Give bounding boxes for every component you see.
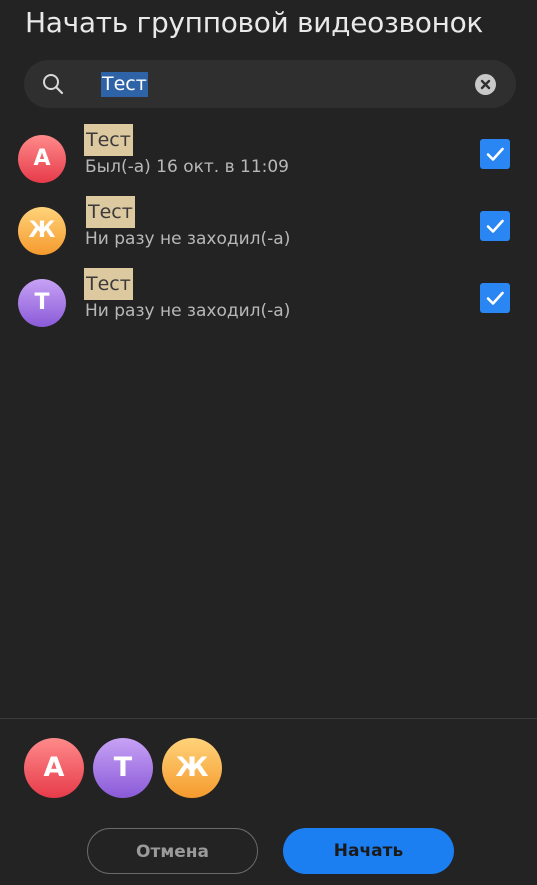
contact-checkbox[interactable]	[480, 211, 510, 241]
contact-status: Ни разу не заходил(-а)	[85, 229, 291, 249]
selected-avatar[interactable]: Ж	[162, 738, 222, 798]
avatar: А	[18, 135, 66, 183]
selected-avatar[interactable]: А	[24, 738, 84, 798]
checkmark-icon	[486, 219, 504, 233]
contact-checkbox[interactable]	[480, 283, 510, 313]
contact-name: Тест	[84, 268, 133, 300]
contact-name: Тест	[86, 196, 135, 228]
start-button[interactable]: Начать	[283, 828, 454, 874]
contact-row[interactable]: Ж Тест Ни разу не заходил(-а)	[0, 196, 537, 268]
divider	[0, 718, 537, 719]
checkmark-icon	[486, 291, 504, 305]
group-call-dialog: Начать групповой видеозвонок Тест А Тест…	[0, 0, 537, 885]
contact-status: Был(-а) 16 окт. в 11:09	[85, 157, 289, 177]
search-icon	[42, 73, 64, 95]
contact-checkbox[interactable]	[480, 139, 510, 169]
contact-status: Ни разу не заходил(-а)	[85, 301, 291, 321]
checkmark-icon	[486, 147, 504, 161]
avatar: Ж	[18, 207, 66, 255]
contact-name: Тест	[84, 124, 133, 156]
search-input[interactable]: Тест	[101, 72, 148, 97]
contact-row[interactable]: Т Тест Ни разу не заходил(-а)	[0, 268, 537, 340]
dialog-title: Начать групповой видеозвонок	[25, 6, 484, 39]
selected-avatar[interactable]: Т	[93, 738, 153, 798]
avatar: Т	[18, 279, 66, 327]
clear-icon[interactable]	[475, 74, 496, 95]
contact-row[interactable]: А Тест Был(-а) 16 окт. в 11:09	[0, 124, 537, 196]
search-field[interactable]: Тест	[24, 60, 516, 108]
cancel-button[interactable]: Отмена	[87, 828, 258, 874]
